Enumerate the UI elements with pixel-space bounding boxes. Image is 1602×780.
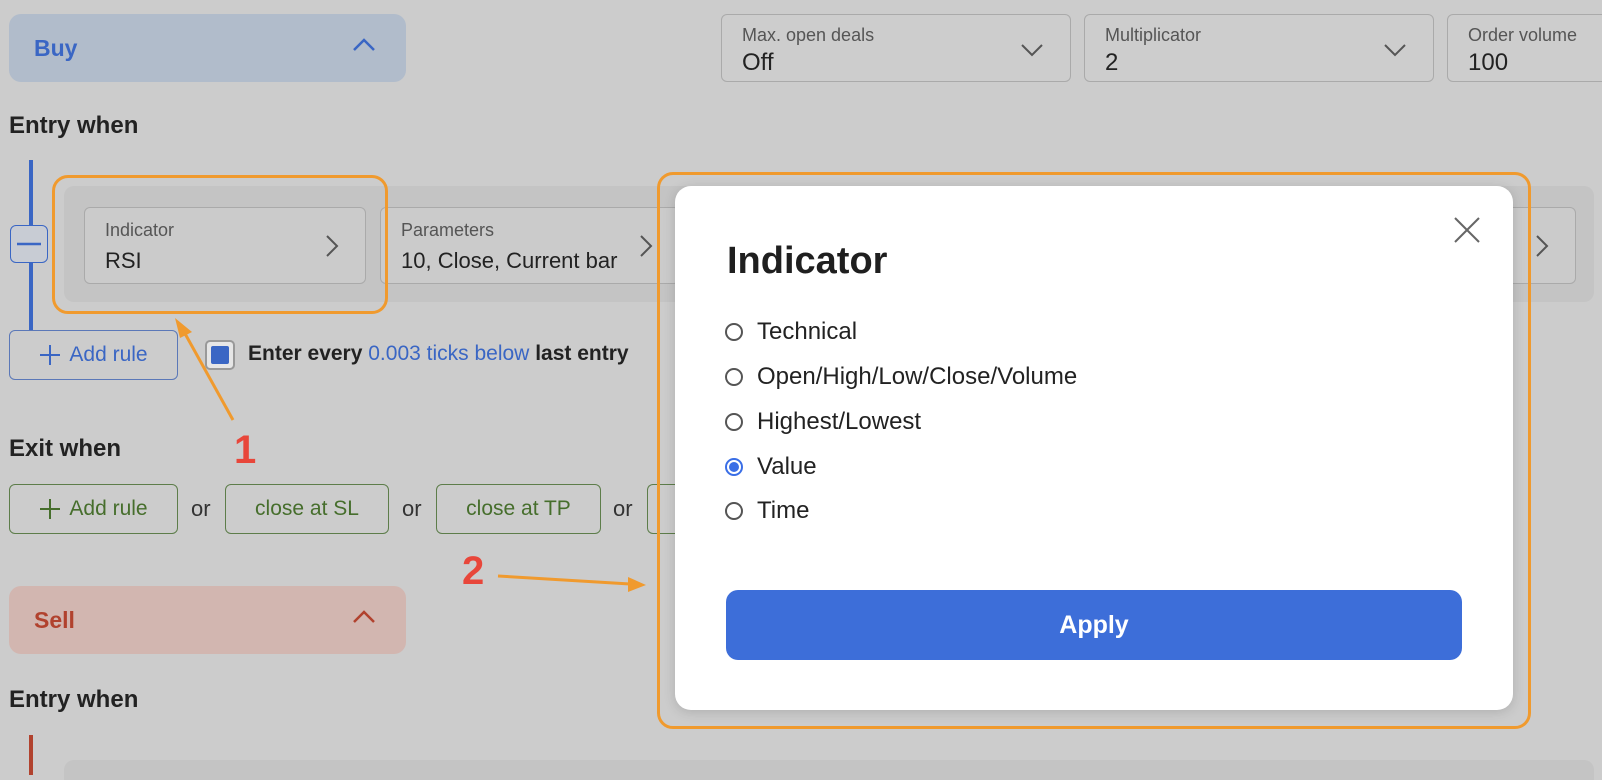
annotation-number-1: 1 <box>234 428 257 472</box>
annotation-arrows <box>175 318 646 592</box>
annotation-number-2: 2 <box>462 549 485 593</box>
